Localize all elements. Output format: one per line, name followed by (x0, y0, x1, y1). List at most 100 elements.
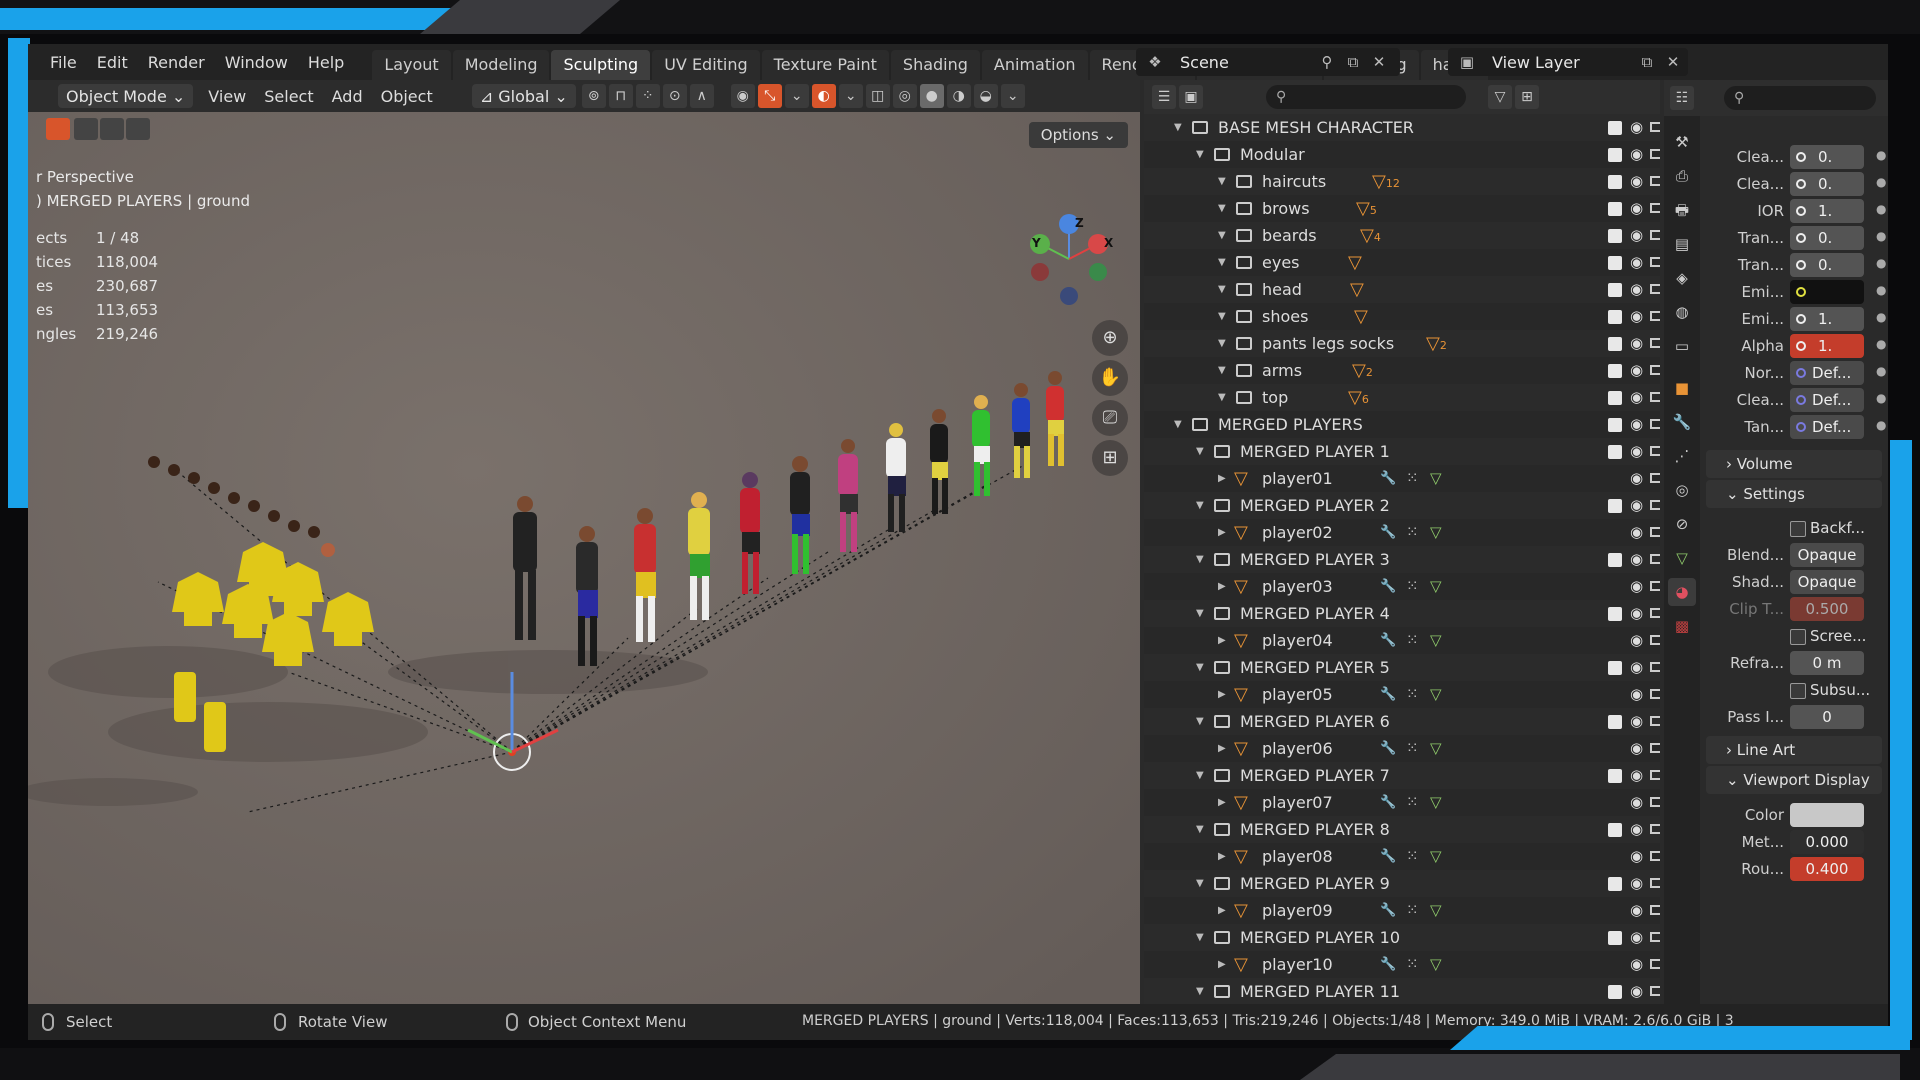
monitor-icon[interactable] (1650, 554, 1660, 564)
gizmo-axis-z[interactable]: Z (1075, 216, 1084, 230)
outliner-search-input[interactable]: ⚲ (1266, 85, 1466, 109)
expand-right-icon[interactable]: ▶ (1218, 951, 1226, 978)
outliner-collection-row[interactable]: ▼ arms ▽2 ◉ (1144, 357, 1660, 384)
gizmo-dropdown-icon[interactable]: ⌄ (784, 84, 809, 108)
properties-tab-view-layer-icon[interactable]: ▤ (1668, 230, 1696, 258)
outliner-collection-row[interactable]: ▼ top ▽6 ◉ (1144, 384, 1660, 411)
monitor-icon[interactable] (1650, 878, 1660, 888)
monitor-icon[interactable] (1650, 932, 1660, 942)
exclude-checkbox[interactable] (1608, 148, 1622, 162)
tab-layout[interactable]: Layout (372, 50, 451, 80)
tab-uv-editing[interactable]: UV Editing (652, 50, 760, 80)
outliner-collection-row[interactable]: ▼ eyes ▽ ◉ (1144, 249, 1660, 276)
display-color-swatch[interactable] (1790, 803, 1864, 827)
vertex-groups-icon[interactable]: ⁙ (1406, 627, 1419, 654)
properties-tab-object-data-icon[interactable]: ▽ (1668, 544, 1696, 572)
outliner-object-row[interactable]: ▶ ▽ player03 🔧 ⁙ ▽ ◉ (1144, 573, 1660, 600)
keyframe-dot-icon[interactable]: ● (1876, 391, 1886, 405)
eye-icon[interactable]: ◉ (1630, 573, 1643, 600)
properties-tab-particles-icon[interactable]: ⋰ (1668, 442, 1696, 470)
mesh-data-icon[interactable]: ▽ (1430, 681, 1442, 708)
outliner-collection-row[interactable]: ▼ brows ▽5 ◉ (1144, 195, 1660, 222)
hand-pan-icon[interactable]: ✋ (1092, 360, 1128, 396)
monitor-icon[interactable] (1650, 851, 1660, 861)
backface-culling-checkbox[interactable]: Backf... (1790, 516, 1880, 540)
monitor-icon[interactable] (1650, 230, 1660, 240)
modifier-wrench-icon[interactable]: 🔧 (1380, 573, 1396, 600)
eye-icon[interactable]: ◉ (1630, 114, 1643, 141)
modifier-wrench-icon[interactable]: 🔧 (1380, 843, 1396, 870)
properties-tab-tool-icon[interactable]: ⚒ (1668, 128, 1696, 156)
outliner-collection-row[interactable]: ▼ head ▽ ◉ (1144, 276, 1660, 303)
vertex-groups-icon[interactable]: ⁙ (1406, 465, 1419, 492)
material-shading-icon[interactable]: ◑ (946, 84, 971, 108)
eye-icon[interactable]: ◉ (1630, 762, 1643, 789)
menu-help[interactable]: Help (298, 53, 354, 72)
exclude-checkbox[interactable] (1608, 364, 1622, 378)
socket-link-icon[interactable] (1796, 368, 1806, 378)
eye-icon[interactable]: ◉ (1630, 681, 1643, 708)
outliner-collection-row[interactable]: ▼ shoes ▽ ◉ (1144, 303, 1660, 330)
outliner-object-row[interactable]: ▶ ▽ player01 🔧 ⁙ ▽ ◉ (1144, 465, 1660, 492)
refraction-depth-field[interactable]: 0 m (1790, 651, 1864, 675)
properties-tab-scene-icon[interactable]: ◈ (1668, 264, 1696, 292)
expand-right-icon[interactable]: ▶ (1218, 681, 1226, 708)
menu-render[interactable]: Render (138, 53, 215, 72)
xray-icon[interactable]: ◫ (865, 84, 890, 108)
remove-layer-icon[interactable]: ✕ (1662, 51, 1684, 73)
exclude-checkbox[interactable] (1608, 499, 1622, 513)
eye-icon[interactable]: ◉ (1630, 735, 1643, 762)
exclude-checkbox[interactable] (1608, 256, 1622, 270)
tab-animation[interactable]: Animation (981, 50, 1088, 80)
outliner-collection-row[interactable]: ▼ MERGED PLAYER 5 ◉ (1144, 654, 1660, 681)
properties-tab-render-icon[interactable]: ⎙ (1668, 162, 1696, 190)
eye-icon[interactable]: ◉ (1630, 492, 1643, 519)
monitor-icon[interactable] (1650, 203, 1660, 213)
close-icon[interactable]: ✕ (1368, 51, 1390, 73)
outliner-collection-row[interactable]: ▼ MERGED PLAYER 4 ◉ (1144, 600, 1660, 627)
eye-icon[interactable]: ◉ (1630, 924, 1643, 951)
exclude-checkbox[interactable] (1608, 553, 1622, 567)
exclude-checkbox[interactable] (1608, 121, 1622, 135)
expand-right-icon[interactable]: ▶ (1218, 519, 1226, 546)
keyframe-dot-icon[interactable]: ● (1876, 148, 1886, 162)
subsurface-translucency-checkbox[interactable]: Subsu... (1790, 678, 1880, 702)
exclude-checkbox[interactable] (1608, 202, 1622, 216)
exclude-checkbox[interactable] (1608, 823, 1622, 837)
expand-down-icon[interactable]: ▼ (1174, 114, 1182, 141)
mesh-data-icon[interactable]: ▽ (1430, 573, 1442, 600)
socket-link-icon[interactable] (1796, 179, 1806, 189)
socket-link-icon[interactable] (1796, 314, 1806, 324)
expand-right-icon[interactable]: ▶ (1218, 843, 1226, 870)
expand-down-icon[interactable]: ▼ (1196, 762, 1204, 789)
exclude-checkbox[interactable] (1608, 229, 1622, 243)
monitor-icon[interactable] (1650, 365, 1660, 375)
monitor-icon[interactable] (1650, 500, 1660, 510)
monitor-icon[interactable] (1650, 338, 1660, 348)
new-collection-icon[interactable]: ⊞ (1515, 85, 1539, 109)
outliner-collection-row[interactable]: ▼ MERGED PLAYER 8 ◉ (1144, 816, 1660, 843)
eye-icon[interactable]: ◉ (1630, 627, 1643, 654)
3d-viewport[interactable]: Z X Y r Perspective ) MERGED PLAYERS | g… (28, 112, 1140, 1004)
new-scene-icon[interactable]: ⧉ (1342, 51, 1364, 73)
expand-down-icon[interactable]: ▼ (1196, 978, 1204, 1004)
keyframe-dot-icon[interactable]: ● (1876, 364, 1886, 378)
expand-down-icon[interactable]: ▼ (1196, 654, 1204, 681)
camera-icon[interactable]: ⎚ (1092, 400, 1128, 436)
expand-down-icon[interactable]: ▼ (1196, 816, 1204, 843)
keyframe-dot-icon[interactable]: ● (1876, 310, 1886, 324)
modifier-wrench-icon[interactable]: 🔧 (1380, 897, 1396, 924)
snap-grid-icon[interactable]: ⁘ (635, 84, 660, 108)
solid-shading-icon[interactable]: ● (919, 84, 944, 108)
monitor-icon[interactable] (1650, 392, 1660, 402)
tab-shading[interactable]: Shading (890, 50, 980, 80)
viewport-display-panel[interactable]: ⌄ Viewport Display (1706, 766, 1882, 794)
zoom-icon[interactable]: ⊕ (1092, 320, 1128, 356)
properties-search-input[interactable]: ⚲ (1724, 86, 1876, 110)
monitor-icon[interactable] (1650, 770, 1660, 780)
expand-down-icon[interactable]: ▼ (1218, 249, 1226, 276)
expand-down-icon[interactable]: ▼ (1196, 870, 1204, 897)
eye-icon[interactable]: ◉ (1630, 897, 1643, 924)
pin-icon[interactable]: ⚲ (1316, 51, 1338, 73)
socket-link-icon[interactable] (1796, 395, 1806, 405)
